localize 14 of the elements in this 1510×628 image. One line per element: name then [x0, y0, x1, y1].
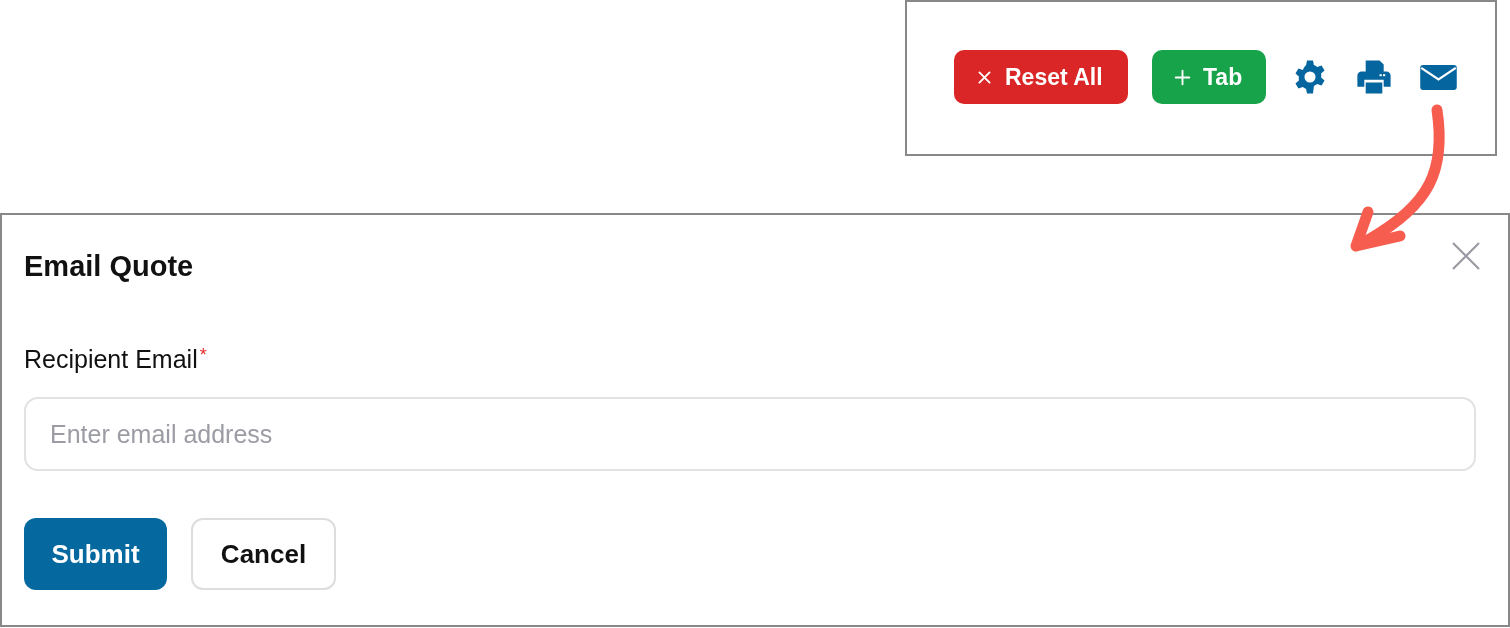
add-tab-button[interactable]: Tab	[1152, 50, 1266, 104]
plus-icon	[1174, 68, 1191, 86]
field-label: Recipient Email	[24, 345, 198, 374]
required-mark: *	[199, 345, 207, 366]
email-input-field[interactable]: Enter email address	[24, 397, 1476, 471]
close-icon[interactable]	[1452, 242, 1480, 270]
close-icon	[976, 68, 993, 86]
reset-all-button[interactable]: Reset All	[954, 50, 1128, 104]
printer-icon[interactable]	[1357, 59, 1391, 95]
submit-button[interactable]: Submit	[24, 518, 167, 590]
envelope-icon[interactable]	[1420, 64, 1457, 90]
dialog-title: Email Quote	[24, 249, 194, 283]
cancel-button[interactable]: Cancel	[191, 518, 336, 590]
settings-icon[interactable]	[1292, 59, 1328, 95]
